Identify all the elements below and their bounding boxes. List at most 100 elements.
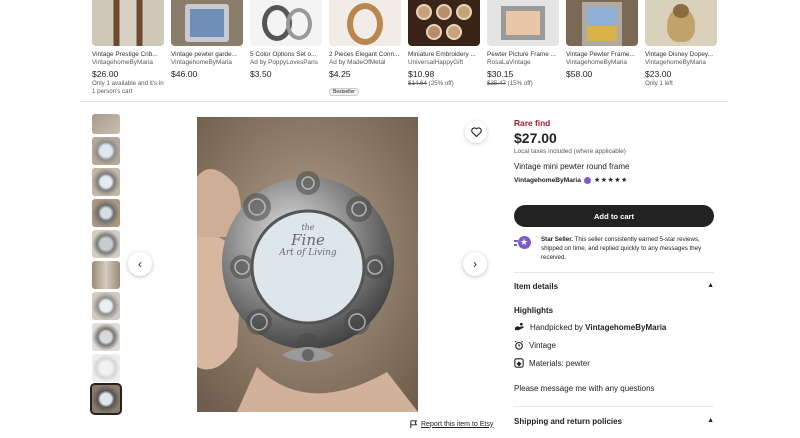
price: $46.00 bbox=[171, 69, 198, 79]
star-seller-info: ★ Star Seller. This seller consistently … bbox=[514, 235, 714, 262]
shipping-policies-toggle[interactable]: Shipping and return policies ▲ bbox=[514, 417, 714, 426]
image-thumbnail[interactable] bbox=[92, 230, 120, 258]
materials-icon bbox=[514, 358, 524, 368]
chevron-right-icon: › bbox=[473, 257, 477, 271]
price: $30.15 bbox=[487, 69, 514, 79]
price: $3.50 bbox=[250, 69, 272, 79]
image-thumbnail[interactable] bbox=[92, 114, 120, 134]
availability-note: Only 1 available and it's in 1 person's … bbox=[92, 80, 164, 95]
product-thumbnail[interactable] bbox=[408, 0, 480, 46]
recommendation-card[interactable]: Vintage Disney Dopey... VintagehomeByMar… bbox=[645, 0, 717, 88]
shop-name: VintagehomeByMaria bbox=[645, 59, 706, 66]
product-thumbnail[interactable] bbox=[487, 0, 559, 46]
highlight-handpicked: Handpicked by VintagehomeByMaria bbox=[514, 322, 666, 332]
product-title[interactable]: Vintage Prestige Crib... bbox=[92, 50, 164, 59]
shop-name: Ad by PoppyLovesParis bbox=[250, 59, 318, 66]
product-title[interactable]: Vintage Disney Dopey... bbox=[645, 50, 717, 59]
handpicked-shop-link[interactable]: VintagehomeByMaria bbox=[585, 323, 666, 332]
product-title[interactable]: Pewter Picture Frame ... bbox=[487, 50, 559, 59]
image-thumbnail-list bbox=[90, 114, 122, 416]
recommendation-card[interactable]: 5 Color Options Set o... Ad by PoppyLove… bbox=[250, 0, 322, 80]
price: $58.00 bbox=[566, 69, 593, 79]
alarm-clock-icon bbox=[514, 340, 524, 350]
product-thumbnail[interactable] bbox=[92, 0, 164, 46]
product-title[interactable]: 5 Color Options Set o... bbox=[250, 50, 322, 59]
price: $23.00 bbox=[645, 69, 672, 79]
message-seller-note: Please message me with any questions bbox=[514, 384, 655, 393]
divider bbox=[514, 272, 714, 273]
rating-stars[interactable]: ★★★★★ bbox=[594, 176, 628, 184]
image-thumbnail[interactable] bbox=[92, 354, 120, 382]
availability-note: Only 1 left bbox=[645, 80, 673, 87]
listing-title: Vintage mini pewter round frame bbox=[514, 162, 630, 171]
previous-image-button[interactable]: ‹ bbox=[128, 252, 152, 276]
product-title[interactable]: Vintage pewter garde... bbox=[171, 50, 243, 59]
image-thumbnail-active[interactable] bbox=[90, 383, 122, 415]
highlight-materials: Materials: pewter bbox=[514, 358, 590, 368]
product-title[interactable]: Vintage Pewter Frame... bbox=[566, 50, 638, 59]
product-thumbnail[interactable] bbox=[645, 0, 717, 46]
recommendation-card[interactable]: Pewter Picture Frame ... RosaLaVintage $… bbox=[487, 0, 559, 88]
price: $26.00 bbox=[92, 69, 119, 79]
handpicked-text: Handpicked by VintagehomeByMaria bbox=[530, 323, 666, 332]
seller-name-link[interactable]: VintagehomeByMaria bbox=[514, 177, 581, 184]
favorite-button[interactable] bbox=[465, 121, 487, 143]
image-thumbnail[interactable] bbox=[92, 323, 120, 351]
tax-note: Local taxes included (where applicable) bbox=[514, 148, 626, 155]
star-seller-label: Star Seller. bbox=[541, 236, 573, 243]
add-to-cart-button[interactable]: Add to cart bbox=[514, 205, 714, 227]
original-price: $14.64 bbox=[408, 80, 427, 87]
recommendation-card[interactable]: 2 Pieces Elegant Conn... Ad by MadeOfMet… bbox=[329, 0, 401, 98]
image-thumbnail[interactable] bbox=[92, 168, 120, 196]
recommendation-card[interactable]: Vintage Prestige Crib... VintagehomeByMa… bbox=[92, 0, 164, 96]
product-title[interactable]: 2 Pieces Elegant Conn... bbox=[329, 50, 401, 59]
star-seller-description: Star Seller. This seller consistently ea… bbox=[541, 235, 714, 262]
image-thumbnail[interactable] bbox=[92, 137, 120, 165]
flag-icon bbox=[410, 420, 418, 428]
listing-info-panel: Rare find $27.00 Local taxes included (w… bbox=[514, 118, 714, 426]
item-details-toggle[interactable]: Item details ▲ bbox=[514, 282, 714, 291]
divider bbox=[514, 406, 714, 407]
report-item-label[interactable]: Report this item to Etsy bbox=[421, 421, 493, 428]
image-thumbnail[interactable] bbox=[92, 292, 120, 320]
seller-row: VintagehomeByMaria ★★★★★ bbox=[514, 176, 714, 184]
frame-insert-text: the Fine Art of Living bbox=[269, 223, 347, 258]
handpicked-prefix: Handpicked by bbox=[530, 322, 586, 332]
shop-name: VintagehomeByMaria bbox=[92, 59, 153, 66]
shop-name: VintagehomeByMaria bbox=[171, 59, 232, 66]
product-photo bbox=[197, 117, 418, 412]
discount-percent: (25% off) bbox=[428, 80, 454, 87]
product-thumbnail[interactable] bbox=[171, 0, 243, 46]
rare-find-label: Rare find bbox=[514, 118, 551, 128]
product-title[interactable]: Miniature Embroidery ... bbox=[408, 50, 480, 59]
insert-line-art-of-living: Art of Living bbox=[279, 248, 337, 258]
heart-icon bbox=[470, 127, 482, 137]
report-item-link[interactable]: Report this item to Etsy bbox=[410, 420, 493, 428]
shop-name: RosaLaVintage bbox=[487, 59, 531, 66]
highlights-heading: Highlights bbox=[514, 306, 554, 315]
discount-info: $35.47 (15% off) bbox=[487, 80, 559, 88]
star-seller-badge-icon bbox=[583, 176, 591, 184]
highlight-vintage: Vintage bbox=[514, 340, 556, 350]
chevron-left-icon: ‹ bbox=[138, 257, 142, 271]
shipping-policies-label[interactable]: Shipping and return policies bbox=[514, 417, 622, 426]
shop-name: Ad by MadeOfMetal bbox=[329, 59, 386, 66]
section-divider bbox=[80, 101, 728, 102]
recommendation-card[interactable]: Miniature Embroidery ... UniversalHappyG… bbox=[408, 0, 480, 88]
product-thumbnail[interactable] bbox=[566, 0, 638, 46]
product-thumbnail[interactable] bbox=[329, 0, 401, 46]
star-seller-icon: ★ bbox=[514, 235, 536, 249]
hand-icon bbox=[514, 322, 524, 331]
recommendation-card[interactable]: Vintage pewter garde... VintagehomeByMar… bbox=[171, 0, 243, 80]
image-thumbnail[interactable] bbox=[92, 199, 120, 227]
shop-name: VintagehomeByMaria bbox=[566, 59, 627, 66]
bestseller-badge: Bestseller bbox=[329, 88, 359, 96]
next-image-button[interactable]: › bbox=[463, 252, 487, 276]
recommendation-strip: Vintage Prestige Crib... VintagehomeByMa… bbox=[92, 0, 732, 100]
image-thumbnail[interactable] bbox=[92, 261, 120, 289]
item-details-label[interactable]: Item details bbox=[514, 282, 558, 291]
product-thumbnail[interactable] bbox=[250, 0, 322, 46]
recommendation-card[interactable]: Vintage Pewter Frame... VintagehomeByMar… bbox=[566, 0, 638, 80]
main-product-image[interactable]: the Fine Art of Living bbox=[197, 117, 418, 412]
vintage-text: Vintage bbox=[529, 340, 556, 350]
